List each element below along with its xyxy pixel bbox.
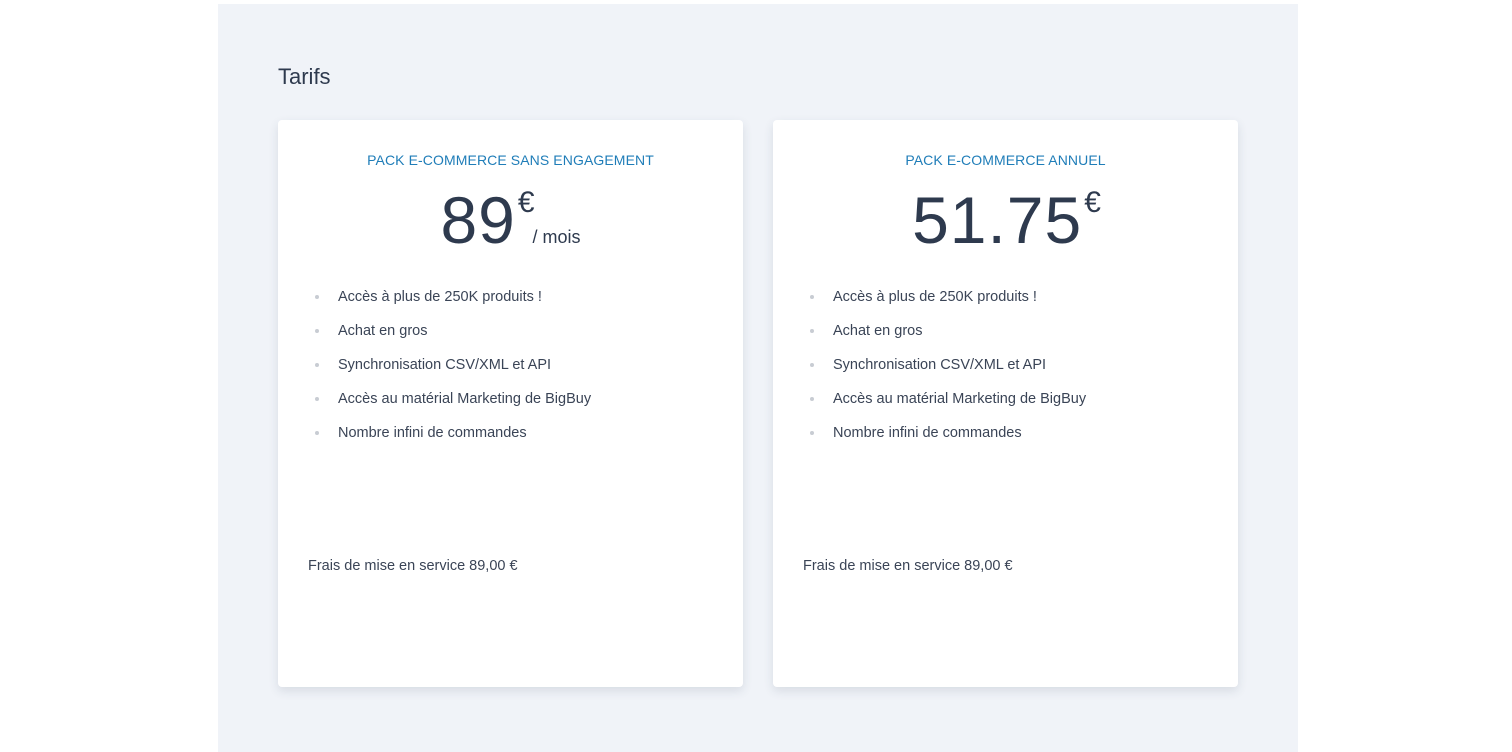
price-amount: 89 <box>440 183 516 257</box>
pricing-card-annual: PACK E-COMMERCE ANNUEL 51.75€ Accès à pl… <box>773 120 1238 687</box>
bullet-icon <box>315 397 319 401</box>
feature-label: Achat en gros <box>833 323 923 339</box>
bullet-icon <box>810 363 814 367</box>
price-currency: € <box>1084 186 1101 219</box>
feature-list: Accès à plus de 250K produits ! Achat en… <box>314 286 591 456</box>
feature-label: Accès à plus de 250K produits ! <box>833 289 1037 305</box>
feature-item: Achat en gros <box>314 320 591 354</box>
bullet-icon <box>315 363 319 367</box>
section-title: Tarifs <box>278 64 331 89</box>
bullet-icon <box>810 329 814 333</box>
feature-label: Nombre infini de commandes <box>833 425 1022 441</box>
feature-item: Accès au matérial Marketing de BigBuy <box>314 388 591 422</box>
setup-fee: Frais de mise en service 89,00 € <box>803 558 1013 574</box>
feature-label: Synchronisation CSV/XML et API <box>338 357 552 373</box>
bullet-icon <box>315 329 319 333</box>
price-period: / mois <box>532 227 581 247</box>
feature-label: Achat en gros <box>338 323 428 339</box>
feature-item: Accès à plus de 250K produits ! <box>314 286 591 320</box>
plan-price: 51.75€ <box>773 182 1238 258</box>
bullet-icon <box>810 295 814 299</box>
bullet-icon <box>315 295 319 299</box>
price-currency: € <box>517 186 535 219</box>
pricing-section: Tarifs PACK E-COMMERCE SANS ENGAGEMENT 8… <box>218 4 1298 752</box>
feature-item: Nombre infini de commandes <box>809 422 1086 456</box>
bullet-icon <box>810 397 814 401</box>
feature-label: Accès au matérial Marketing de BigBuy <box>338 391 592 407</box>
feature-list: Accès à plus de 250K produits ! Achat en… <box>809 286 1086 456</box>
plan-price: 89€ / mois <box>278 182 743 258</box>
feature-item: Synchronisation CSV/XML et API <box>314 354 591 388</box>
feature-item: Accès au matérial Marketing de BigBuy <box>809 388 1086 422</box>
pricing-card-no-commitment: PACK E-COMMERCE SANS ENGAGEMENT 89€ / moi… <box>278 120 743 687</box>
bullet-icon <box>810 431 814 435</box>
plan-name: PACK E-COMMERCE ANNUEL <box>905 152 1106 168</box>
price-amount: 51.75 <box>912 183 1083 257</box>
setup-fee: Frais de mise en service 89,00 € <box>308 558 518 574</box>
feature-item: Accès à plus de 250K produits ! <box>809 286 1086 320</box>
feature-label: Synchronisation CSV/XML et API <box>833 357 1047 373</box>
feature-label: Accès à plus de 250K produits ! <box>338 289 542 305</box>
feature-item: Nombre infini de commandes <box>314 422 591 456</box>
feature-label: Nombre infini de commandes <box>338 425 527 441</box>
feature-item: Synchronisation CSV/XML et API <box>809 354 1086 388</box>
feature-item: Achat en gros <box>809 320 1086 354</box>
feature-label: Accès au matérial Marketing de BigBuy <box>833 391 1087 407</box>
plan-name: PACK E-COMMERCE SANS ENGAGEMENT <box>367 152 654 168</box>
bullet-icon <box>315 431 319 435</box>
